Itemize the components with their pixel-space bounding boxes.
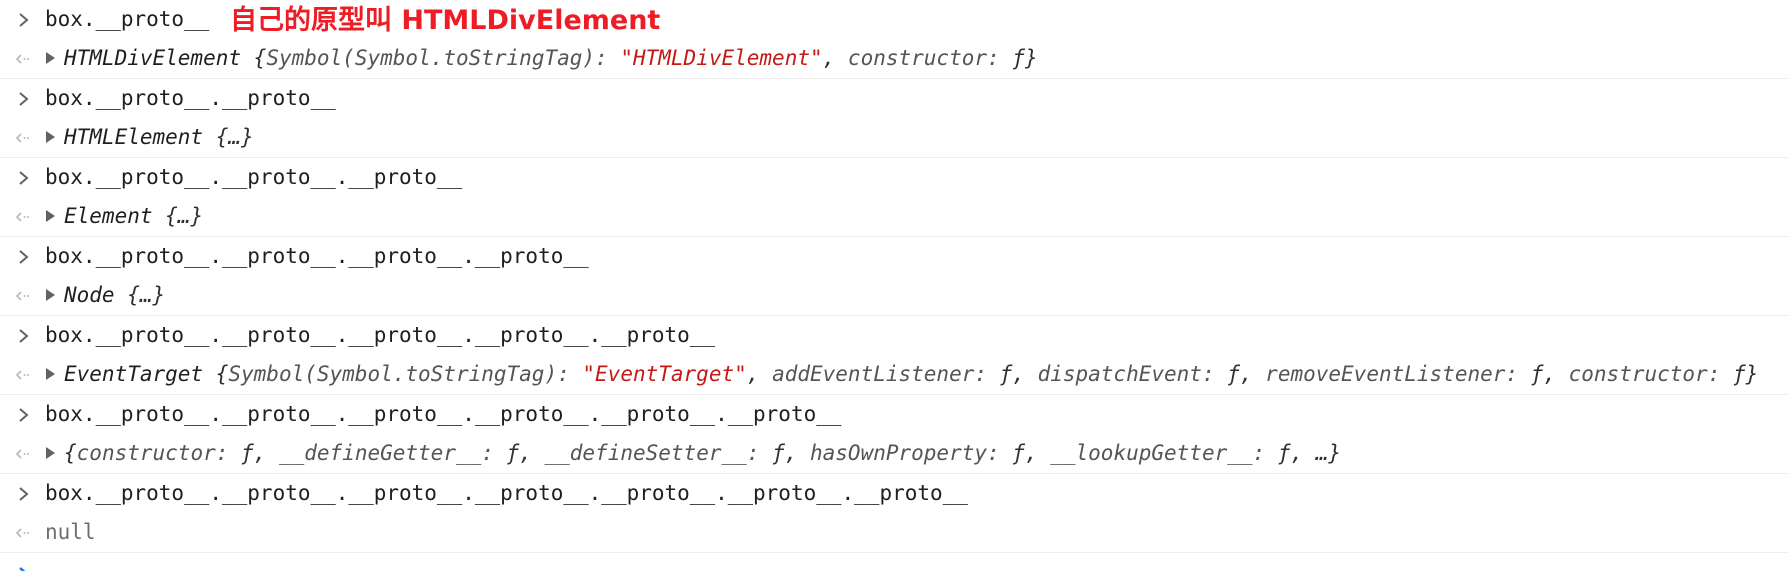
annotation-text: 自己的原型叫 HTMLDivElement [230, 5, 661, 36]
input-expression: box.__proto__.__proto__.__proto__.__prot… [45, 323, 716, 347]
object-punctuation: ƒ} [1733, 362, 1759, 386]
object-preview[interactable]: Element {…} [46, 197, 203, 236]
object-type-name: HTMLElement [64, 125, 204, 149]
console-input-line[interactable] [0, 553, 1789, 571]
property-key: dispatchEvent: [1037, 362, 1228, 386]
result-arrow-icon [14, 118, 34, 157]
object-preview[interactable]: Node {…} [46, 276, 165, 315]
object-punctuation: {…} [114, 283, 166, 307]
object-punctuation: { [64, 441, 77, 465]
input-expression: box.__proto__.__proto__.__proto__.__prot… [45, 402, 842, 426]
expand-triangle-icon[interactable] [46, 52, 55, 64]
object-preview[interactable]: {constructor: ƒ, __defineGetter__: ƒ, __… [46, 434, 1341, 473]
chevron-right-icon [14, 0, 34, 39]
console-input-echo: box.__proto__.__proto__.__proto__.__prot… [0, 474, 1789, 513]
object-punctuation: ƒ, [506, 441, 545, 465]
console-entry: box.__proto__.__proto__.__proto__.__prot… [0, 474, 1789, 553]
object-punctuation: ƒ, …} [1277, 441, 1342, 465]
console-result: null [0, 513, 1789, 552]
property-key: addEventListener: [772, 362, 1000, 386]
console-entries: box.__proto__ HTMLDivElement {Symbol(Symb… [0, 0, 1789, 553]
console-entry: box.__proto__.__proto__.__proto__.__prot… [0, 316, 1789, 395]
string-value: "HTMLDivElement" [620, 46, 823, 70]
console-entry: box.__proto__.__proto__.__proto__.__prot… [0, 395, 1789, 474]
null-result-value: null [45, 520, 96, 544]
console-result: HTMLElement {…} [0, 118, 1789, 157]
property-key: Symbol(Symbol.toStringTag): [266, 46, 621, 70]
console-input-echo: box.__proto__.__proto__.__proto__ [0, 158, 1789, 197]
input-expression: box.__proto__.__proto__.__proto__.__prot… [45, 244, 589, 268]
object-punctuation: ƒ} [1012, 46, 1038, 70]
console-result: Node {…} [0, 276, 1789, 315]
property-key: __lookupGetter__: [1050, 441, 1278, 465]
input-expression: box.__proto__.__proto__.__proto__ [45, 165, 463, 189]
devtools-console: box.__proto__ HTMLDivElement {Symbol(Symb… [0, 0, 1789, 571]
result-arrow-icon [14, 197, 34, 236]
result-arrow-icon [14, 276, 34, 315]
object-preview[interactable]: EventTarget {Symbol(Symbol.toStringTag):… [46, 355, 1758, 394]
chevron-right-icon [14, 474, 34, 513]
property-key: Symbol(Symbol.toStringTag): [228, 362, 583, 386]
object-punctuation: {…} [203, 125, 254, 149]
object-preview[interactable]: HTMLElement {…} [46, 118, 254, 157]
console-result: {constructor: ƒ, __defineGetter__: ƒ, __… [0, 434, 1789, 473]
chevron-right-icon [14, 158, 34, 197]
input-expression: box.__proto__.__proto__.__proto__.__prot… [45, 481, 968, 505]
chevron-right-icon [14, 316, 34, 355]
string-value: "EventTarget" [582, 362, 747, 386]
console-entry: box.__proto__.__proto__.__proto__ Element… [0, 158, 1789, 237]
console-entry: box.__proto__.__proto__.__proto__.__prot… [0, 237, 1789, 316]
property-key: constructor: [76, 441, 242, 465]
expand-triangle-icon[interactable] [46, 210, 55, 222]
object-punctuation: ƒ, [1012, 441, 1051, 465]
object-punctuation: ƒ, [1227, 362, 1266, 386]
property-key: constructor: [847, 46, 1013, 70]
input-expression: box.__proto__.__proto__ [45, 86, 336, 110]
property-key: __defineGetter__: [278, 441, 507, 465]
object-punctuation: ƒ, [241, 441, 279, 465]
console-result: EventTarget {Symbol(Symbol.toStringTag):… [0, 355, 1789, 394]
object-type-name: EventTarget [64, 362, 204, 386]
console-entry: box.__proto__.__proto__ HTMLElement {…} [0, 79, 1789, 158]
input-expression: box.__proto__ [45, 7, 210, 31]
expand-triangle-icon[interactable] [46, 447, 55, 459]
property-key: __defineSetter__: [544, 441, 773, 465]
active-prompt-chevron-icon [14, 559, 34, 571]
object-punctuation: , [822, 46, 848, 70]
console-input-echo: box.__proto__.__proto__.__proto__.__prot… [0, 395, 1789, 434]
result-arrow-icon [14, 513, 34, 552]
object-punctuation: ƒ, [1530, 362, 1569, 386]
chevron-right-icon [14, 395, 34, 434]
expand-triangle-icon[interactable] [46, 368, 55, 380]
object-punctuation: ƒ, [772, 441, 810, 465]
expand-triangle-icon[interactable] [46, 289, 55, 301]
console-input-echo: box.__proto__.__proto__.__proto__.__prot… [0, 316, 1789, 355]
object-punctuation: { [203, 362, 229, 386]
object-type-name: Node [64, 283, 115, 307]
property-key: constructor: [1568, 362, 1733, 386]
object-punctuation: , [746, 362, 773, 386]
result-arrow-icon [14, 355, 34, 394]
object-preview[interactable]: HTMLDivElement {Symbol(Symbol.toStringTa… [46, 39, 1038, 78]
object-type-name: Element [64, 204, 153, 228]
console-result: HTMLDivElement {Symbol(Symbol.toStringTa… [0, 39, 1789, 78]
result-arrow-icon [14, 39, 34, 78]
property-key: hasOwnProperty: [810, 441, 1013, 465]
chevron-right-icon [14, 79, 34, 118]
object-punctuation: {…} [152, 204, 204, 228]
console-input-echo: box.__proto__.__proto__.__proto__.__prot… [0, 237, 1789, 276]
result-arrow-icon [14, 434, 34, 473]
console-result: Element {…} [0, 197, 1789, 236]
object-punctuation: { [241, 46, 267, 70]
object-punctuation: ƒ, [999, 362, 1038, 386]
object-type-name: HTMLDivElement [64, 46, 242, 70]
property-key: removeEventListener: [1265, 362, 1531, 386]
chevron-right-icon [14, 237, 34, 276]
expand-triangle-icon[interactable] [46, 131, 55, 143]
console-input-echo: box.__proto__.__proto__ [0, 79, 1789, 118]
